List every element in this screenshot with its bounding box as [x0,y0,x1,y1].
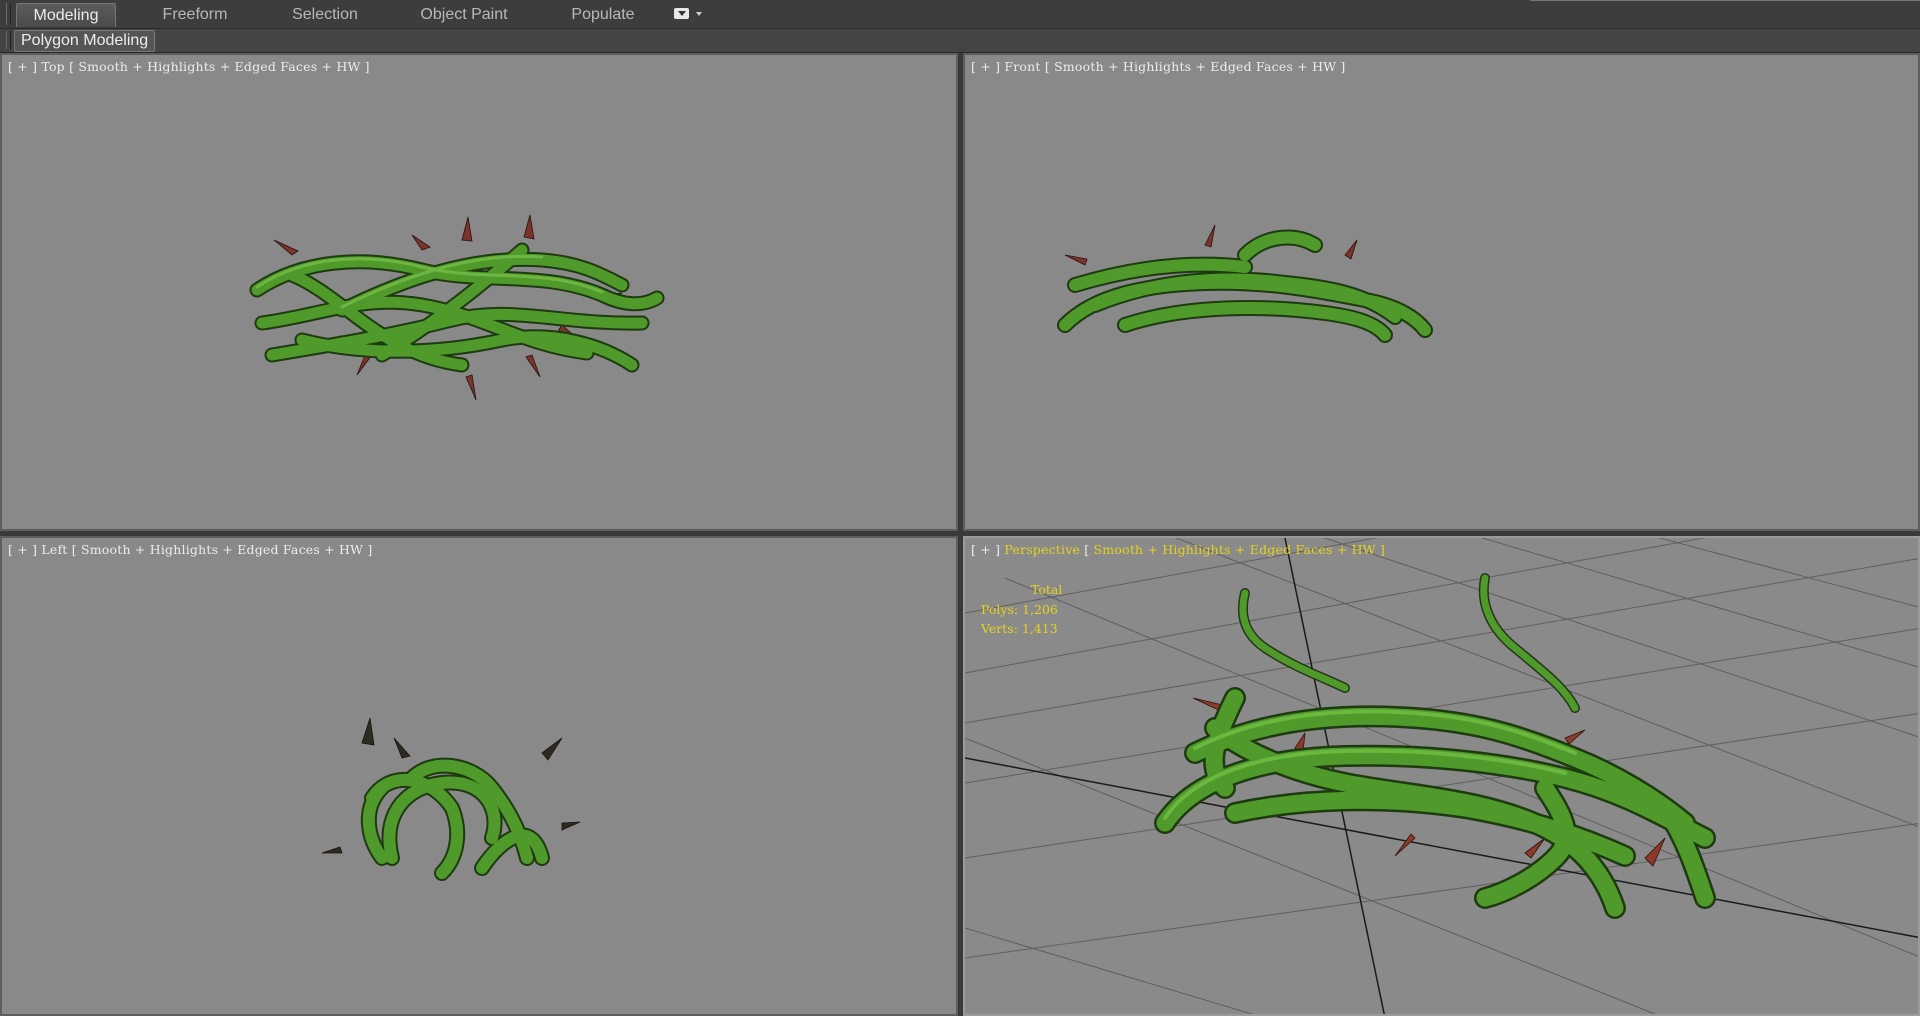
tab-object-paint[interactable]: Object Paint [405,3,523,26]
ribbon-options-dropdown[interactable] [672,6,708,22]
viewport-top[interactable]: [ + ] Top [ Smooth + Highlights + Edged … [0,53,958,531]
ribbon-tab-bar: Modeling Freeform Selection Object Paint… [0,0,1920,29]
ribbon-panel-grip[interactable] [6,31,11,49]
thorn-crown-perspective-view [1154,573,1716,919]
ribbon-panel-bar: Polygon Modeling [0,29,1920,53]
thorn-crown-left-view [321,717,581,881]
viewport-front[interactable]: [ + ] Front [ Smooth + Highlights + Edge… [963,53,1920,531]
chevron-down-icon [696,12,702,16]
thorn-crown-front-view [1057,224,1433,343]
tab-freeform[interactable]: Freeform [140,3,250,26]
viewport-perspective[interactable]: [ + ] Perspective [ Smooth + Highlights … [963,536,1920,1016]
panel-polygon-modeling[interactable]: Polygon Modeling [14,30,156,52]
viewport-left[interactable]: [ + ] Left [ Smooth + Highlights + Edged… [0,536,958,1016]
tab-selection[interactable]: Selection [270,3,380,26]
ribbon-grip[interactable] [6,3,11,25]
tab-modeling[interactable]: Modeling [16,3,116,27]
thorn-crown-top-view [249,214,665,401]
ribbon-minimize-icon [674,8,689,19]
divider [1530,0,1920,1]
tab-populate[interactable]: Populate [548,3,658,26]
